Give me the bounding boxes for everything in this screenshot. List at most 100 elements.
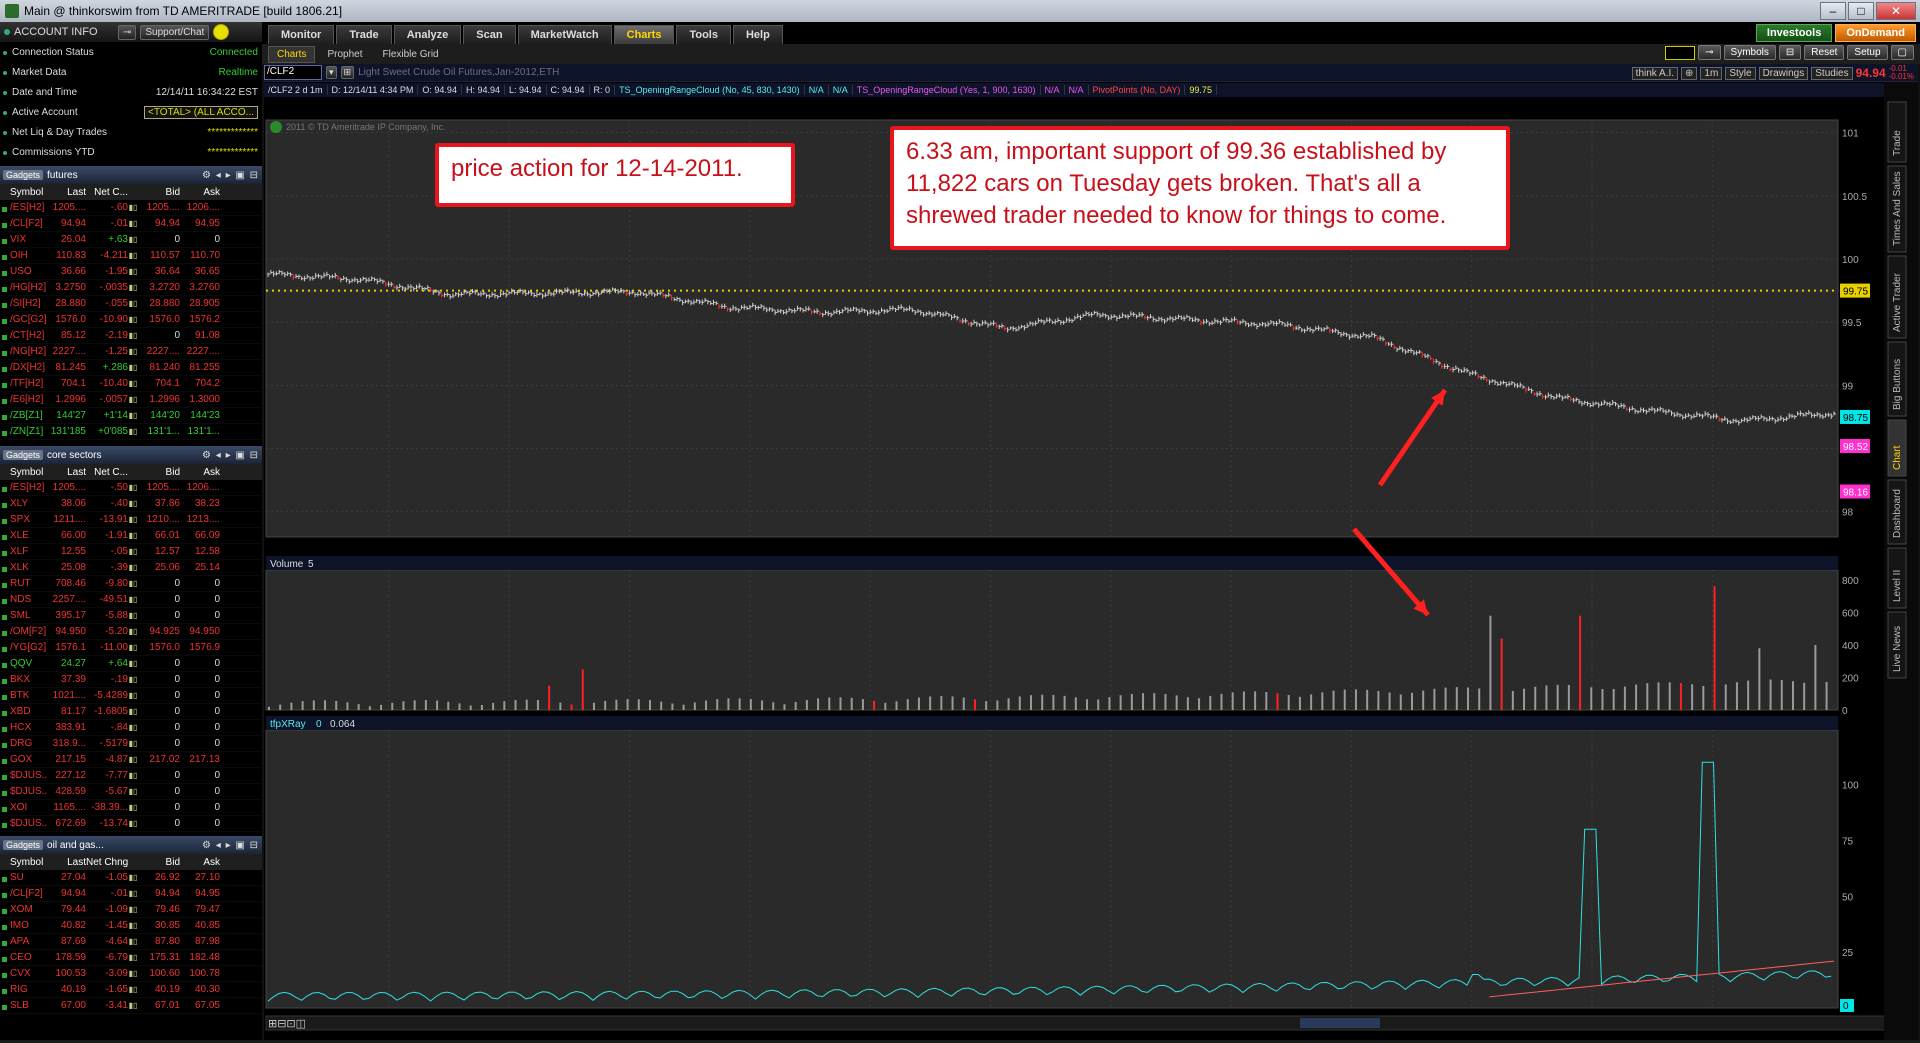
symbol-link-icon[interactable]: ⊞	[340, 66, 355, 79]
close-button[interactable]: ✕	[1876, 2, 1916, 20]
reset-button[interactable]: Reset	[1804, 45, 1845, 60]
table-row[interactable]: $DJUS... 672.69 -13.74 ▮▯ 0 0	[0, 816, 262, 832]
symbol-cell[interactable]: XOI	[0, 802, 48, 813]
color-swatch[interactable]	[1665, 45, 1696, 60]
table-row[interactable]: /CT[H2] 85.12 -2.19 ▮▯ 0 91.08	[0, 328, 262, 344]
side-tab-big-buttons[interactable]: Big Buttons	[1892, 359, 1903, 410]
col-symbol[interactable]: Symbol	[0, 187, 48, 198]
table-row[interactable]: /SI[H2] 28.880 -.055 ▮▯ 28.880 28.905	[0, 296, 262, 312]
table-row[interactable]: SU 27.04 -1.05 ▮▯ 26.92 27.10	[0, 870, 262, 886]
gadgets-badge[interactable]: Gadgets	[3, 840, 44, 850]
symbol-cell[interactable]: XLK	[0, 562, 48, 573]
table-row[interactable]: XLY 38.06 -.40 ▮▯ 37.86 38.23	[0, 496, 262, 512]
symbol-cell[interactable]: /ES[H2]	[0, 482, 48, 493]
gadgets-badge[interactable]: Gadgets	[3, 450, 44, 460]
key-icon[interactable]: ⊸	[118, 24, 137, 40]
symbol-cell[interactable]: XLE	[0, 530, 48, 541]
symbol-cell[interactable]: APA	[0, 936, 48, 947]
symbol-cell[interactable]: VIX	[0, 234, 48, 245]
table-row[interactable]: IMO 40.82 -1.45 ▮▯ 30.85 40.85	[0, 918, 262, 934]
gadget-icon[interactable]: ⊟	[1778, 45, 1802, 60]
symbol-cell[interactable]: IMO	[0, 920, 48, 931]
gadget-name[interactable]: futures	[47, 170, 198, 181]
table-row[interactable]: XLE 66.00 -1.91 ▮▯ 66.01 66.09	[0, 528, 262, 544]
symbol-cell[interactable]: OIH	[0, 250, 48, 261]
table-row[interactable]: $DJUS... 227.12 -7.77 ▮▯ 0 0	[0, 768, 262, 784]
table-row[interactable]: /OM[F2] 94.950 -5.20 ▮▯ 94.925 94.950	[0, 624, 262, 640]
subtab-charts[interactable]: Charts	[268, 45, 316, 63]
investools-button[interactable]: Investools	[1755, 24, 1833, 42]
ondemand-button[interactable]: OnDemand	[1835, 24, 1916, 42]
side-tab-live-news[interactable]: Live News	[1892, 626, 1903, 672]
col-symbol[interactable]: Symbol	[0, 857, 48, 868]
tab-analyze[interactable]: Analyze	[393, 25, 462, 44]
side-tab-times-and-sales[interactable]: Times And Sales	[1892, 171, 1903, 246]
symbol-cell[interactable]: $DJUS...	[0, 770, 48, 781]
setup-button[interactable]: Setup	[1847, 45, 1888, 60]
account-row-value[interactable]: <TOTAL> (ALL ACCO...	[144, 105, 258, 119]
symbol-cell[interactable]: /ZB[Z1]	[0, 410, 48, 421]
table-row[interactable]: XLK 25.08 -.39 ▮▯ 25.06 25.14	[0, 560, 262, 576]
table-row[interactable]: /TF[H2] 704.1 -10.40 ▮▯ 704.1 704.2	[0, 376, 262, 392]
minimize-button[interactable]: –	[1820, 2, 1846, 20]
period-button[interactable]: 1m	[1700, 66, 1723, 80]
side-tab-active-trader[interactable]: Active Trader	[1892, 272, 1903, 332]
symbol-cell[interactable]: /TF[H2]	[0, 378, 48, 389]
col-ask[interactable]: Ask	[180, 467, 220, 478]
table-row[interactable]: OIH 110.83 -4.211 ▮▯ 110.57 110.70	[0, 248, 262, 264]
symbol-cell[interactable]: XLF	[0, 546, 48, 557]
symbol-cell[interactable]: DRG	[0, 738, 48, 749]
tab-help[interactable]: Help	[732, 25, 783, 44]
side-tab-level-ii[interactable]: Level II	[1892, 570, 1903, 602]
symbol-cell[interactable]: SPX	[0, 514, 48, 525]
tab-scan[interactable]: Scan	[463, 25, 516, 44]
drawings-button[interactable]: Drawings	[1758, 66, 1809, 80]
table-row[interactable]: /DX[H2] 81.245 +.286 ▮▯ 81.240 81.255	[0, 360, 262, 376]
symbol-cell[interactable]: RIG	[0, 984, 48, 995]
subtab-flexible-grid[interactable]: Flexible Grid	[374, 47, 446, 62]
zoom-icon[interactable]: ⊕	[1681, 66, 1698, 80]
symbol-cell[interactable]: $DJUS...	[0, 786, 48, 797]
table-row[interactable]: /ZN[Z1] 131'185 +0'085 ▮▯ 131'1... 131'1...	[0, 424, 262, 440]
table-row[interactable]: RIG 40.19 -1.65 ▮▯ 40.19 40.30	[0, 982, 262, 998]
symbol-cell[interactable]: /NG[H2]	[0, 346, 48, 357]
symbol-cell[interactable]: /ES[H2]	[0, 202, 48, 213]
think-ai-button[interactable]: think A.I.	[1631, 66, 1679, 80]
symbol-input[interactable]: /CLF2	[264, 65, 322, 80]
volume-label[interactable]: Volume	[270, 559, 304, 570]
table-row[interactable]: APA 87.69 -4.64 ▮▯ 87.80 87.98	[0, 934, 262, 950]
table-row[interactable]: USO 36.66 -1.95 ▮▯ 36.64 36.65	[0, 264, 262, 280]
table-row[interactable]: /CL[F2] 94.94 -.01 ▮▯ 94.94 94.95	[0, 886, 262, 902]
gadget-controls-icon[interactable]: ⚙ ◂ ▸ ▣ ⊟	[202, 450, 259, 461]
symbol-cell[interactable]: SU	[0, 872, 48, 883]
symbol-cell[interactable]: /E6[H2]	[0, 394, 48, 405]
side-tab-chart[interactable]: Chart	[1892, 445, 1903, 470]
link-icon[interactable]: ⊸	[1698, 45, 1721, 60]
symbol-cell[interactable]: BTK	[0, 690, 48, 701]
table-row[interactable]: /NG[H2] 2227.... -1.25 ▮▯ 2227.... 2227....	[0, 344, 262, 360]
symbol-cell[interactable]: RUT	[0, 578, 48, 589]
table-row[interactable]: $DJUS... 428.59 -5.67 ▮▯ 0 0	[0, 784, 262, 800]
gadget-name[interactable]: oil and gas...	[47, 840, 198, 851]
gadget-name[interactable]: core sectors	[47, 450, 198, 461]
symbol-cell[interactable]: /CL[F2]	[0, 888, 48, 899]
symbol-cell[interactable]: NDS	[0, 594, 48, 605]
symbol-cell[interactable]: QQV	[0, 658, 48, 669]
table-row[interactable]: DRG 318.9... -.5179 ▮▯ 0 0	[0, 736, 262, 752]
col-symbol[interactable]: Symbol	[0, 467, 48, 478]
symbol-dropdown-icon[interactable]: ▾	[326, 66, 337, 79]
horizontal-scrollbar[interactable]	[265, 1015, 1901, 1031]
chart-panel[interactable]: 101100.510099.59998.5984:154:304:455:005…	[264, 82, 1918, 1040]
symbol-cell[interactable]: CVX	[0, 968, 48, 979]
table-row[interactable]: SPX 1211.... -13.91 ▮▯ 1210.... 1213....	[0, 512, 262, 528]
side-tab-dashboard[interactable]: Dashboard	[1892, 489, 1903, 538]
symbol-cell[interactable]: XLY	[0, 498, 48, 509]
symbol-cell[interactable]: /HG[H2]	[0, 282, 48, 293]
symbol-cell[interactable]: XBD	[0, 706, 48, 717]
table-row[interactable]: BTK 1021.... -5.4289 ▮▯ 0 0	[0, 688, 262, 704]
table-row[interactable]: SLB 67.00 -3.41 ▮▯ 67.01 67.05	[0, 998, 262, 1014]
table-row[interactable]: XOI 1165.... -38.39... ▮▯ 0 0	[0, 800, 262, 816]
table-row[interactable]: XBD 81.17 -1.6805 ▮▯ 0 0	[0, 704, 262, 720]
table-row[interactable]: /CL[F2] 94.94 -.01 ▮▯ 94.94 94.95	[0, 216, 262, 232]
tab-charts[interactable]: Charts	[613, 25, 675, 44]
